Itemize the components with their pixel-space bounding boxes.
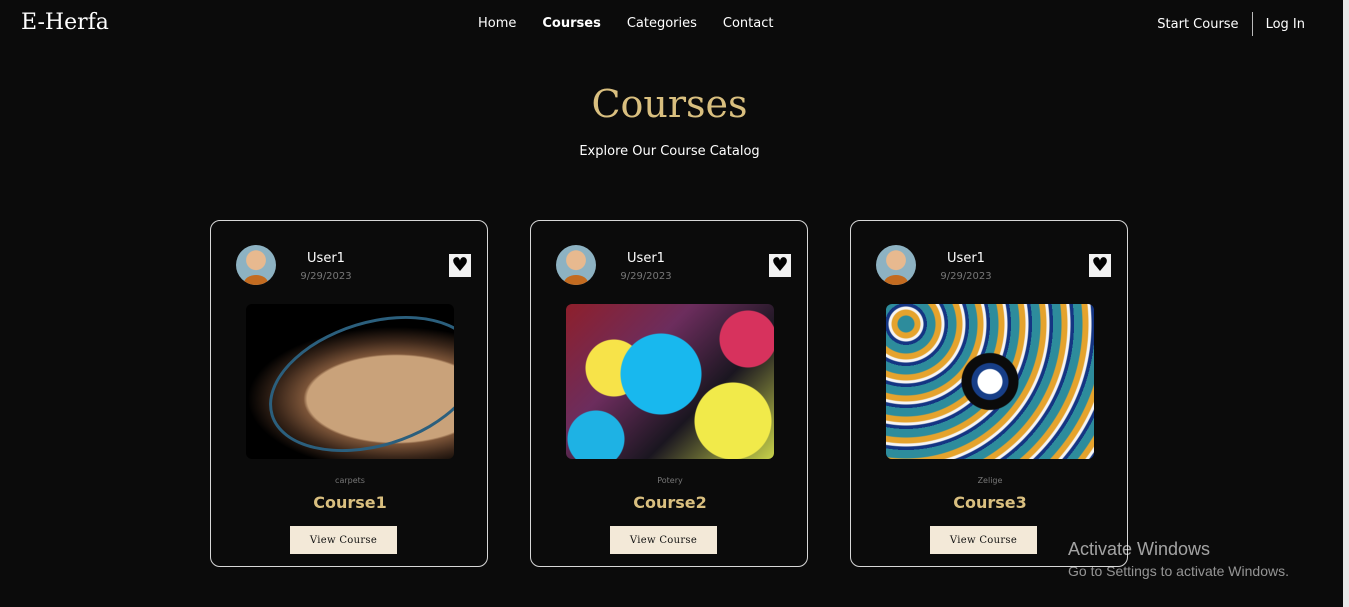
course-category: carpets — [335, 476, 365, 485]
view-course-button[interactable]: View Course — [610, 526, 717, 554]
activate-windows-message: Go to Settings to activate Windows. — [1068, 563, 1289, 579]
page-title: Courses — [591, 82, 748, 126]
site-logo[interactable]: E-Herfa — [21, 10, 109, 35]
course-card: User1 9/29/2023 ♥ carpets Course1 View C… — [210, 220, 488, 567]
nav-contact[interactable]: Contact — [723, 16, 774, 31]
course-thumbnail — [566, 304, 774, 459]
course-category: Zelige — [977, 476, 1003, 485]
author-avatar — [236, 245, 276, 285]
author-name: User1 — [947, 251, 985, 266]
heart-icon[interactable]: ♥ — [449, 254, 471, 277]
course-thumbnail — [246, 304, 454, 459]
main-navigation: Home Courses Categories Contact — [478, 16, 773, 31]
start-course-link[interactable]: Start Course — [1157, 17, 1238, 32]
course-title: Course3 — [953, 493, 1027, 512]
course-date: 9/29/2023 — [940, 271, 992, 282]
course-title: Course1 — [313, 493, 387, 512]
vertical-scrollbar[interactable] — [1343, 0, 1349, 607]
heart-icon[interactable]: ♥ — [769, 254, 791, 277]
author-name: User1 — [627, 251, 665, 266]
nav-home[interactable]: Home — [478, 16, 516, 31]
course-date: 9/29/2023 — [620, 271, 672, 282]
author-name: User1 — [307, 251, 345, 266]
author-avatar — [556, 245, 596, 285]
login-link[interactable]: Log In — [1266, 17, 1305, 32]
course-date: 9/29/2023 — [300, 271, 352, 282]
account-navigation: Start Course Log In — [1157, 12, 1305, 36]
view-course-button[interactable]: View Course — [930, 526, 1037, 554]
nav-divider — [1251, 12, 1253, 36]
activate-windows-title: Activate Windows — [1068, 539, 1211, 559]
heart-icon[interactable]: ♥ — [1089, 254, 1111, 277]
page-subtitle: Explore Our Course Catalog — [579, 144, 760, 159]
course-card: User1 9/29/2023 ♥ Potery Course2 View Co… — [530, 220, 808, 567]
view-course-button[interactable]: View Course — [290, 526, 397, 554]
author-avatar — [876, 245, 916, 285]
windows-activation-watermark: Activate Windows Go to Settings to activ… — [1068, 539, 1289, 579]
course-title: Course2 — [633, 493, 707, 512]
nav-categories[interactable]: Categories — [627, 16, 697, 31]
course-category: Potery — [657, 476, 683, 485]
course-card: User1 9/29/2023 ♥ Zelige Course3 View Co… — [850, 220, 1128, 567]
course-thumbnail — [886, 304, 1094, 459]
nav-courses[interactable]: Courses — [542, 16, 600, 31]
